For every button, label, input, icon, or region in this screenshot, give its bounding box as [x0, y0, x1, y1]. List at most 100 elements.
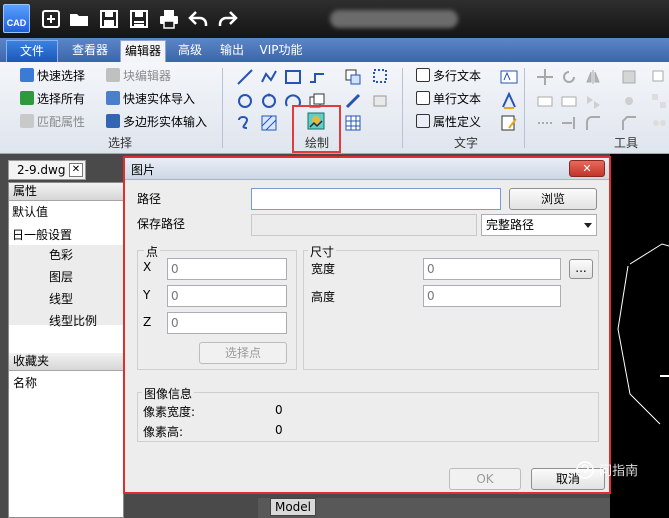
- open-folder-icon[interactable]: [68, 8, 90, 30]
- tab-viewer[interactable]: 查看器: [66, 40, 114, 62]
- height-input[interactable]: 0: [423, 285, 561, 307]
- polygon-icon: [106, 114, 120, 128]
- block-editor-button[interactable]: 块编辑器: [106, 66, 171, 86]
- draw-group-highlight: [292, 105, 341, 153]
- y-input[interactable]: 0: [167, 285, 287, 307]
- default-value-row[interactable]: 默认值: [12, 202, 48, 222]
- property-color[interactable]: 色彩: [49, 245, 73, 265]
- spline-tool-icon[interactable]: [236, 114, 254, 132]
- mirror-tool-icon[interactable]: [584, 68, 602, 86]
- block-insert-icon[interactable]: [344, 68, 362, 86]
- ribbon-tabs: 文件 查看器 编辑器 高级 输出 VIP功能: [0, 38, 669, 62]
- text-edit-icon[interactable]: [500, 91, 518, 110]
- property-linetype-scale[interactable]: 线型比例: [49, 311, 97, 331]
- tab-advanced[interactable]: 高级: [172, 40, 208, 62]
- join-tool-icon[interactable]: [650, 114, 668, 132]
- dialog-close-button[interactable]: ✕: [569, 160, 605, 177]
- property-linetype[interactable]: 线型: [49, 289, 73, 309]
- path-mode-select[interactable]: 完整路径: [481, 214, 597, 236]
- select-point-button[interactable]: 选择点: [199, 342, 287, 364]
- tab-output[interactable]: 输出: [214, 40, 250, 62]
- size-options-button[interactable]: ...: [569, 259, 593, 279]
- group-tool-icon[interactable]: [650, 92, 668, 110]
- document-tab[interactable]: 2-9.dwg ✕: [8, 160, 86, 180]
- path-label: 路径: [137, 192, 162, 206]
- attribute-definition-button[interactable]: 属性定义: [416, 112, 481, 132]
- quick-select-button[interactable]: 快速选择: [20, 66, 85, 86]
- text-style-icon[interactable]: [500, 68, 518, 86]
- fillet-tool-icon[interactable]: [584, 114, 602, 132]
- region-tool-icon[interactable]: [372, 92, 390, 110]
- width-input[interactable]: 0: [423, 258, 561, 280]
- text-group-label: 文字: [453, 136, 478, 150]
- line-tool-icon[interactable]: [236, 68, 254, 86]
- watermark: 问指南: [575, 460, 665, 496]
- arc-tool-icon[interactable]: [308, 68, 326, 86]
- ellipse-tool-icon[interactable]: [260, 92, 278, 110]
- x-input[interactable]: 0: [167, 258, 287, 280]
- funnel-icon: [20, 68, 34, 82]
- image-info-label: 图像信息: [142, 385, 195, 402]
- watermark-logo-icon: [576, 461, 594, 479]
- table-tool-icon[interactable]: [344, 114, 362, 132]
- polyline-tool-icon[interactable]: [260, 68, 278, 86]
- model-tab[interactable]: Model: [270, 498, 316, 516]
- explode-tool-icon[interactable]: [620, 92, 638, 110]
- browse-button[interactable]: 浏览: [509, 188, 597, 210]
- save-as-icon[interactable]: [128, 8, 150, 30]
- tab-editor[interactable]: 编辑器: [120, 40, 166, 62]
- polygon-entity-input-button[interactable]: 多边形实体输入: [106, 112, 207, 132]
- x-label: X: [143, 260, 152, 274]
- save-icon[interactable]: [98, 8, 120, 30]
- trim-tool-icon[interactable]: [536, 114, 554, 132]
- text-find-icon[interactable]: [500, 114, 518, 132]
- rotate-tool-icon[interactable]: [560, 68, 578, 86]
- general-settings-section[interactable]: 日一般设置: [12, 225, 72, 245]
- ribbon-separator: [222, 68, 223, 148]
- select-all-button[interactable]: 选择所有: [20, 89, 85, 109]
- quick-entity-import-button[interactable]: 快速实体导入: [106, 89, 195, 109]
- scale-tool-icon[interactable]: [536, 92, 554, 110]
- move-tool-icon[interactable]: [536, 68, 554, 86]
- point-group-label: 点: [144, 243, 161, 260]
- size-group-label: 尺寸: [308, 243, 337, 260]
- multiline-text-button[interactable]: 多行文本: [416, 66, 481, 86]
- pixel-width-value: 0: [275, 403, 283, 417]
- width-label: 宽度: [311, 262, 336, 276]
- z-input[interactable]: 0: [167, 312, 287, 334]
- save-path-input[interactable]: [251, 214, 477, 236]
- image-dialog: 图片 ✕ 路径 浏览 保存路径 完整路径 点 X 0 Y 0 Z 0 选择点 尺…: [123, 156, 611, 494]
- pen-tool-icon[interactable]: [344, 92, 362, 110]
- new-file-icon[interactable]: [40, 8, 62, 30]
- hatch-tool-icon[interactable]: [260, 114, 278, 132]
- circle-tool-icon[interactable]: [236, 92, 254, 110]
- layer-tool-icon[interactable]: [620, 68, 638, 86]
- single-line-text-button[interactable]: 单行文本: [416, 89, 481, 109]
- pixel-width-label: 像素宽度:: [143, 405, 196, 419]
- image-info-group: 图像信息: [137, 385, 599, 442]
- save-path-label: 保存路径: [137, 217, 186, 231]
- tools-group-label: 工具: [613, 136, 638, 150]
- app-logo[interactable]: CAD: [3, 4, 30, 33]
- array-tool-icon[interactable]: [584, 92, 602, 110]
- plus-icon: [106, 91, 120, 105]
- path-input[interactable]: [251, 188, 501, 210]
- print-icon[interactable]: [158, 8, 180, 30]
- tab-file[interactable]: 文件: [6, 40, 58, 62]
- tools-more-icon[interactable]: [650, 68, 668, 86]
- ok-button[interactable]: OK: [449, 468, 521, 490]
- property-layer[interactable]: 图层: [49, 267, 73, 287]
- redo-icon[interactable]: [216, 8, 238, 30]
- match-properties-button[interactable]: 匹配属性: [20, 112, 85, 132]
- dialog-title-bar[interactable]: 图片 ✕: [125, 158, 609, 180]
- tab-vip[interactable]: VIP功能: [256, 40, 306, 62]
- rectangle-tool-icon[interactable]: [284, 68, 302, 86]
- chamfer-tool-icon[interactable]: [620, 114, 638, 132]
- close-document-icon[interactable]: ✕: [69, 163, 83, 177]
- properties-panel: 属性 默认值 日一般设置 色彩 图层 线型 线型比例 收藏夹 名称: [8, 182, 125, 518]
- extend-tool-icon[interactable]: [560, 114, 578, 132]
- stretch-tool-icon[interactable]: [560, 92, 578, 110]
- undo-icon[interactable]: [188, 8, 210, 30]
- height-label: 高度: [311, 290, 336, 304]
- hatch-dropdown-icon[interactable]: [372, 68, 390, 86]
